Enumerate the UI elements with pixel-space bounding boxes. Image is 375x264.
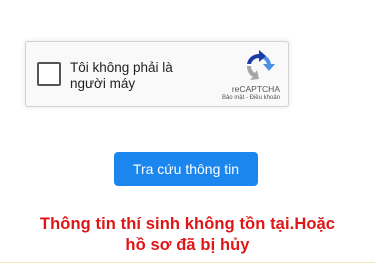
recaptcha-logo-icon xyxy=(241,50,277,82)
error-message: Thông tin thí sinh không tồn tại.Hoặc hồ… xyxy=(0,214,375,256)
divider xyxy=(0,262,375,263)
error-message-line-2: hồ sơ đã bị hủy xyxy=(125,236,250,254)
lookup-button[interactable]: Tra cứu thông tin xyxy=(114,152,258,186)
recaptcha-terms-link[interactable]: Bảo mật - Điều khoản xyxy=(222,95,280,101)
page: Tôi không phải là người máy reCAPTCHA Bả… xyxy=(0,0,375,264)
recaptcha-label: Tôi không phải là người máy xyxy=(70,60,173,91)
recaptcha-brand: reCAPTCHA xyxy=(231,84,280,94)
recaptcha-widget: Tôi không phải là người máy reCAPTCHA Bả… xyxy=(25,41,289,107)
recaptcha-checkbox[interactable] xyxy=(37,62,61,86)
error-message-line-1: Thông tin thí sinh không tồn tại.Hoặc xyxy=(39,215,336,233)
